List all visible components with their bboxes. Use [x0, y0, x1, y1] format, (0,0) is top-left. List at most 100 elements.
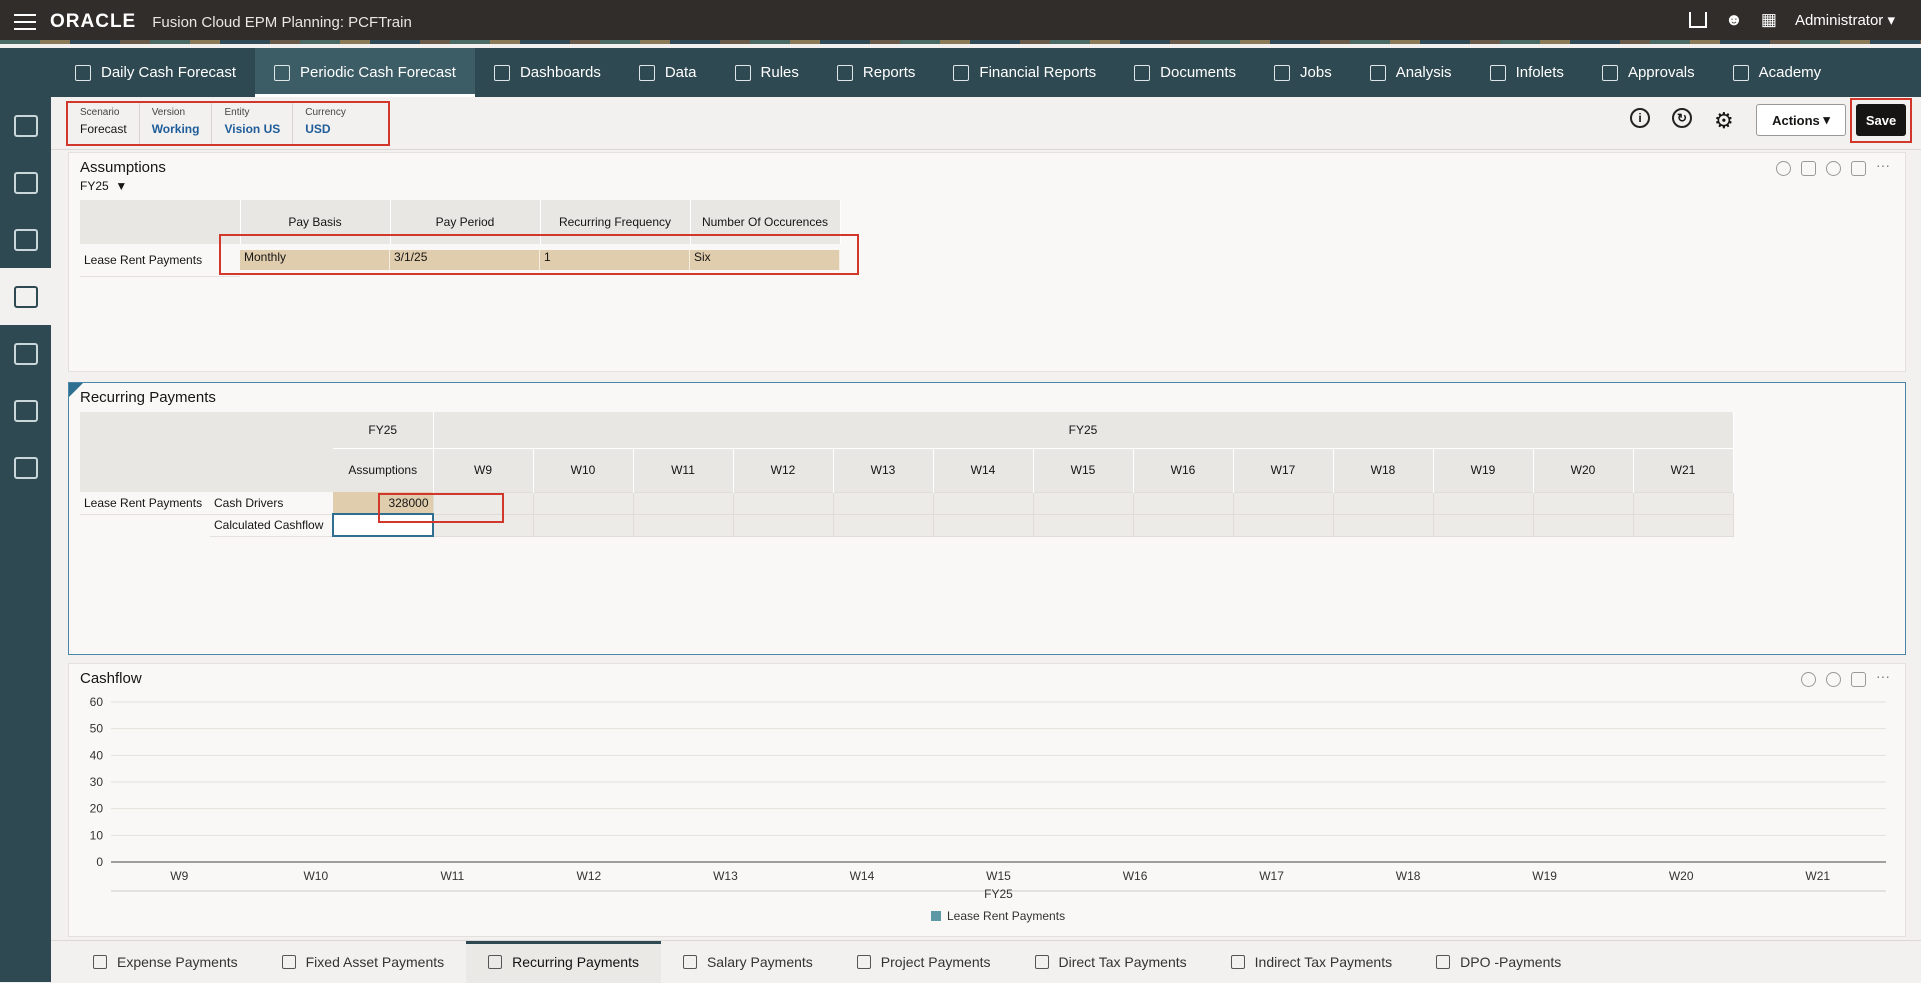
- data-cell[interactable]: [632, 491, 734, 515]
- data-cell[interactable]: [1232, 513, 1334, 537]
- data-cell[interactable]: [932, 513, 1034, 537]
- info-button[interactable]: i: [1630, 108, 1650, 128]
- save-icon[interactable]: [1801, 161, 1816, 176]
- pov-label: Scenario: [80, 107, 120, 118]
- data-cell[interactable]: [1032, 513, 1134, 537]
- data-cell[interactable]: [1332, 491, 1434, 515]
- infolets-icon: [1489, 64, 1506, 81]
- nav-tab-periodic-cash-forecast[interactable]: Periodic Cash Forecast: [255, 48, 475, 97]
- data-cell[interactable]: [1132, 513, 1234, 537]
- chart-icon[interactable]: [1851, 161, 1866, 176]
- nav-tab-financial-reports[interactable]: Financial Reports: [934, 48, 1115, 97]
- save-button[interactable]: Save: [1856, 104, 1906, 136]
- pov-entity[interactable]: Entity Vision US: [212, 103, 294, 144]
- nav-tab-reports[interactable]: Reports: [818, 48, 935, 97]
- pov-scenario[interactable]: Scenario Forecast: [68, 103, 140, 144]
- data-cell[interactable]: [532, 491, 634, 515]
- actions-button[interactable]: Actions ▾: [1756, 104, 1846, 136]
- data-cell[interactable]: [732, 513, 834, 537]
- sub-row-header: Calculated Cashflow: [210, 514, 333, 537]
- bottom-tab-indirect-tax-payments[interactable]: Indirect Tax Payments: [1209, 941, 1414, 983]
- form-icon: [682, 954, 697, 969]
- data-cell[interactable]: [532, 513, 634, 537]
- data-cell[interactable]: [1532, 513, 1634, 537]
- data-cell[interactable]: [1432, 491, 1534, 515]
- bottom-tabs: Expense Payments Fixed Asset Payments Recu…: [51, 940, 1921, 983]
- refresh-icon[interactable]: [1826, 161, 1841, 176]
- nav-tab-label: Documents: [1160, 64, 1237, 81]
- sidebar-tools[interactable]: [0, 439, 51, 496]
- info-icon[interactable]: [1776, 161, 1791, 176]
- chevron-down-icon: ▾: [1823, 112, 1830, 127]
- corner-cell: [80, 200, 241, 244]
- bottom-tab-expense-payments[interactable]: Expense Payments: [71, 941, 260, 983]
- sidebar-payments[interactable]: [0, 268, 51, 325]
- data-cell[interactable]: [932, 491, 1034, 515]
- sidebar-analytics[interactable]: [0, 154, 51, 211]
- nav-tab-label: Rules: [760, 64, 799, 81]
- pov-version[interactable]: Version Working: [140, 103, 213, 144]
- data-cell[interactable]: [832, 513, 934, 537]
- menu-icon[interactable]: [14, 14, 36, 30]
- bottom-tab-label: Recurring Payments: [512, 953, 639, 970]
- y-tick-label: 50: [90, 722, 104, 736]
- sidebar-grid[interactable]: [0, 382, 51, 439]
- corner-cell: [210, 412, 333, 492]
- sidebar-trends[interactable]: [0, 325, 51, 382]
- pov-currency[interactable]: Currency USD: [293, 103, 358, 144]
- sidebar-add[interactable]: [0, 211, 51, 268]
- refresh-button[interactable]: ↻: [1672, 108, 1692, 128]
- bottom-tab-project-payments[interactable]: Project Payments: [835, 941, 1013, 983]
- column-header: FY25: [333, 412, 434, 448]
- bottom-tab-dpo-payments[interactable]: DPO -Payments: [1414, 941, 1583, 983]
- data-cell[interactable]: [1632, 513, 1734, 537]
- bottom-tab-fixed-asset-payments[interactable]: Fixed Asset Payments: [260, 941, 467, 983]
- sidebar-cash-overview[interactable]: [0, 97, 51, 154]
- approvals-icon: [1601, 64, 1618, 81]
- x-axis-label: FY25: [984, 887, 1013, 901]
- data-cell[interactable]: [1432, 513, 1534, 537]
- x-tick-label: W13: [713, 869, 738, 883]
- bottom-tab-direct-tax-payments[interactable]: Direct Tax Payments: [1013, 941, 1209, 983]
- nav-tab-label: Periodic Cash Forecast: [300, 64, 456, 81]
- nav-tab-dashboards[interactable]: Dashboards: [475, 48, 620, 97]
- cash-icon: [13, 114, 38, 137]
- more-icon[interactable]: ···: [1876, 158, 1891, 176]
- settings-button[interactable]: ⚙: [1714, 108, 1734, 134]
- period-selector[interactable]: FY25 ▼: [80, 179, 127, 193]
- data-cell[interactable]: [1632, 491, 1734, 515]
- column-header: FY25: [433, 412, 1734, 448]
- home-icon[interactable]: [1688, 12, 1707, 28]
- x-tick-label: W14: [850, 869, 875, 883]
- nav-tab-data[interactable]: Data: [620, 48, 716, 97]
- navigator-icon[interactable]: ▦: [1761, 10, 1777, 30]
- data-cell[interactable]: [1132, 491, 1234, 515]
- assumptions-panel: Assumptions FY25 ▼ ··· Pay Basis Pay Per…: [68, 152, 1906, 372]
- pov-selector: Scenario Forecast Version Working Entity Visi…: [66, 101, 390, 146]
- data-cell[interactable]: [1032, 491, 1134, 515]
- data-cell[interactable]: [832, 491, 934, 515]
- user-menu[interactable]: Administrator ▾: [1795, 11, 1895, 29]
- bottom-tab-salary-payments[interactable]: Salary Payments: [661, 941, 835, 983]
- accessibility-icon[interactable]: ☻: [1725, 10, 1743, 30]
- week-header: W11: [633, 447, 734, 492]
- bottom-tab-recurring-payments[interactable]: Recurring Payments: [466, 940, 661, 983]
- week-header: W10: [533, 447, 634, 492]
- nav-tab-documents[interactable]: Documents: [1115, 48, 1255, 97]
- data-cell[interactable]: [1232, 491, 1334, 515]
- line-chart-icon: [13, 342, 38, 365]
- nav-tab-daily-cash-forecast[interactable]: Daily Cash Forecast: [56, 48, 255, 97]
- refresh-icon: ↻: [1672, 108, 1692, 128]
- nav-tab-jobs[interactable]: Jobs: [1255, 48, 1351, 97]
- nav-tab-rules[interactable]: Rules: [716, 48, 818, 97]
- nav-tab-academy[interactable]: Academy: [1714, 48, 1841, 97]
- data-cell[interactable]: [632, 513, 734, 537]
- nav-tab-infolets[interactable]: Infolets: [1471, 48, 1583, 97]
- data-cell[interactable]: [1332, 513, 1434, 537]
- nav-tab-analysis[interactable]: Analysis: [1351, 48, 1471, 97]
- week-header: W21: [1633, 447, 1734, 492]
- data-cell[interactable]: [732, 491, 834, 515]
- bottom-tab-label: Expense Payments: [117, 953, 238, 970]
- data-cell[interactable]: [1532, 491, 1634, 515]
- nav-tab-approvals[interactable]: Approvals: [1583, 48, 1714, 97]
